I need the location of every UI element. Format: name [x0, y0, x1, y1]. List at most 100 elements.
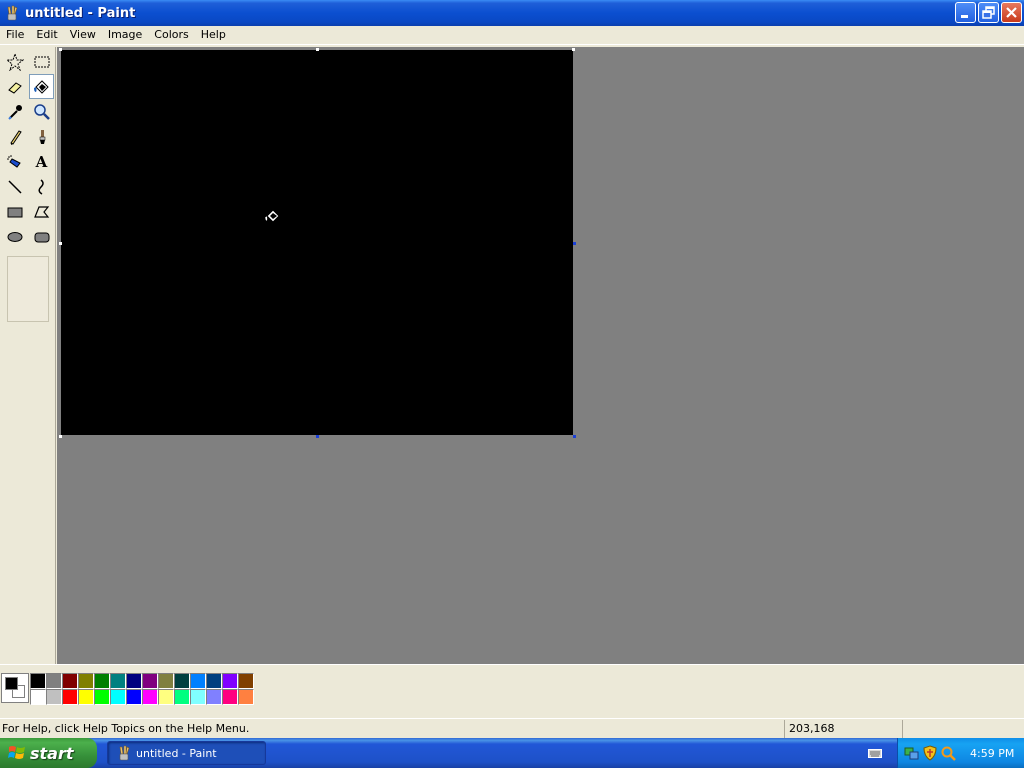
- palette-swatch[interactable]: [222, 673, 238, 689]
- palette-swatch[interactable]: [174, 673, 190, 689]
- menu-edit[interactable]: Edit: [30, 26, 63, 44]
- tool-ellipse[interactable]: [2, 224, 27, 249]
- tool-pencil[interactable]: [2, 124, 27, 149]
- airbrush-icon: [6, 154, 21, 168]
- palette-swatch[interactable]: [78, 673, 94, 689]
- palette-swatch[interactable]: [46, 673, 62, 689]
- drawing-canvas[interactable]: [61, 50, 573, 435]
- keyboard-icon[interactable]: [868, 747, 882, 759]
- resize-handle-bottom[interactable]: [316, 435, 319, 438]
- line-icon: [7, 179, 22, 194]
- palette-swatch[interactable]: [206, 673, 222, 689]
- tool-options-box[interactable]: [7, 256, 49, 322]
- eraser-icon: [7, 81, 22, 94]
- minimize-button[interactable]: [955, 2, 976, 23]
- tool-polygon[interactable]: [29, 199, 54, 224]
- tool-rectangle[interactable]: [2, 199, 27, 224]
- start-button[interactable]: start: [0, 738, 97, 768]
- tool-select[interactable]: [29, 49, 54, 74]
- palette-swatch[interactable]: [238, 673, 254, 689]
- tool-eraser[interactable]: [2, 74, 27, 99]
- menu-image[interactable]: Image: [102, 26, 148, 44]
- start-label: start: [30, 743, 74, 763]
- resize-handle-top-left: [59, 48, 62, 51]
- resize-handle-bottom-right[interactable]: [573, 435, 576, 438]
- tool-airbrush[interactable]: [2, 149, 27, 174]
- tool-curve[interactable]: [29, 174, 54, 199]
- network-icon[interactable]: [904, 745, 920, 761]
- palette-swatch[interactable]: [206, 689, 222, 705]
- taskbar: start untitled - Paint 4:59 PM: [0, 738, 1024, 768]
- curve-icon: [38, 178, 44, 195]
- palette-swatch[interactable]: [190, 673, 206, 689]
- palette-swatch[interactable]: [46, 689, 62, 705]
- tool-fill-with-color[interactable]: [29, 74, 54, 99]
- status-help-text: For Help, click Help Topics on the Help …: [2, 722, 250, 735]
- palette-swatch[interactable]: [142, 673, 158, 689]
- tool-grid: A: [2, 49, 54, 249]
- paint-app-icon: [7, 5, 18, 21]
- palette-swatch[interactable]: [158, 673, 174, 689]
- rounded-rect-icon: [34, 232, 49, 242]
- rect-select-icon: [34, 56, 49, 67]
- restore-button[interactable]: [978, 2, 999, 23]
- clock: 4:59 PM: [970, 746, 1015, 760]
- windows-logo-icon: [8, 746, 25, 759]
- system-tray: 4:59 PM: [897, 738, 1024, 768]
- palette-swatch[interactable]: [222, 689, 238, 705]
- taskbar-item-paint[interactable]: untitled - Paint: [107, 741, 266, 765]
- resize-handle-right[interactable]: [573, 242, 576, 245]
- palette-swatch[interactable]: [78, 689, 94, 705]
- menu-view[interactable]: View: [64, 26, 102, 44]
- palette-swatch[interactable]: [190, 689, 206, 705]
- palette-swatch[interactable]: [94, 689, 110, 705]
- palette-swatch[interactable]: [174, 689, 190, 705]
- tool-rounded-rectangle[interactable]: [29, 224, 54, 249]
- palette-swatch[interactable]: [110, 689, 126, 705]
- foreground-color-swatch[interactable]: [5, 677, 18, 690]
- menu-help[interactable]: Help: [195, 26, 232, 44]
- text-icon: A: [35, 152, 48, 171]
- palette-swatch[interactable]: [30, 689, 46, 705]
- palette-swatch[interactable]: [62, 689, 78, 705]
- palette-swatch[interactable]: [94, 673, 110, 689]
- tool-free-form-select[interactable]: [2, 49, 27, 74]
- tool-brush[interactable]: [29, 124, 54, 149]
- close-button[interactable]: [1001, 2, 1022, 23]
- palette-swatch[interactable]: [62, 673, 78, 689]
- resize-handle-top-right: [572, 48, 575, 51]
- ellipse-icon: [7, 231, 22, 242]
- pencil-icon: [9, 129, 22, 145]
- resize-handle-left: [59, 242, 62, 245]
- window-controls: [955, 2, 1022, 23]
- polygon-icon: [33, 205, 49, 218]
- tool-pick-color[interactable]: [2, 99, 27, 124]
- resize-handle-bottom-left: [59, 435, 62, 438]
- search-icon[interactable]: [940, 745, 956, 761]
- tool-magnifier[interactable]: [29, 99, 54, 124]
- rectangle-icon: [7, 207, 22, 217]
- toolbox: A: [0, 47, 56, 664]
- status-coordinates: 203,168: [784, 719, 902, 738]
- tool-text[interactable]: A: [29, 149, 54, 174]
- resize-handle-top: [316, 48, 319, 51]
- palette-swatch[interactable]: [126, 689, 142, 705]
- title-bar[interactable]: untitled - Paint: [0, 0, 1024, 26]
- taskbar-item-label: untitled - Paint: [136, 746, 217, 760]
- current-colors[interactable]: [1, 673, 29, 703]
- palette-swatch[interactable]: [142, 689, 158, 705]
- menu-file[interactable]: File: [0, 26, 30, 44]
- paint-bucket-cursor-icon: [264, 209, 280, 223]
- restore-icon: [982, 6, 995, 19]
- status-bar: For Help, click Help Topics on the Help …: [0, 718, 1024, 738]
- palette-swatch[interactable]: [30, 673, 46, 689]
- palette-swatch[interactable]: [126, 673, 142, 689]
- eyedropper-icon: [7, 104, 22, 120]
- palette-swatch[interactable]: [110, 673, 126, 689]
- menu-colors[interactable]: Colors: [148, 26, 194, 44]
- tool-line[interactable]: [2, 174, 27, 199]
- security-shield-icon[interactable]: [922, 745, 938, 761]
- palette-swatch[interactable]: [158, 689, 174, 705]
- palette-swatch[interactable]: [238, 689, 254, 705]
- menu-bar: File Edit View Image Colors Help: [0, 26, 1024, 45]
